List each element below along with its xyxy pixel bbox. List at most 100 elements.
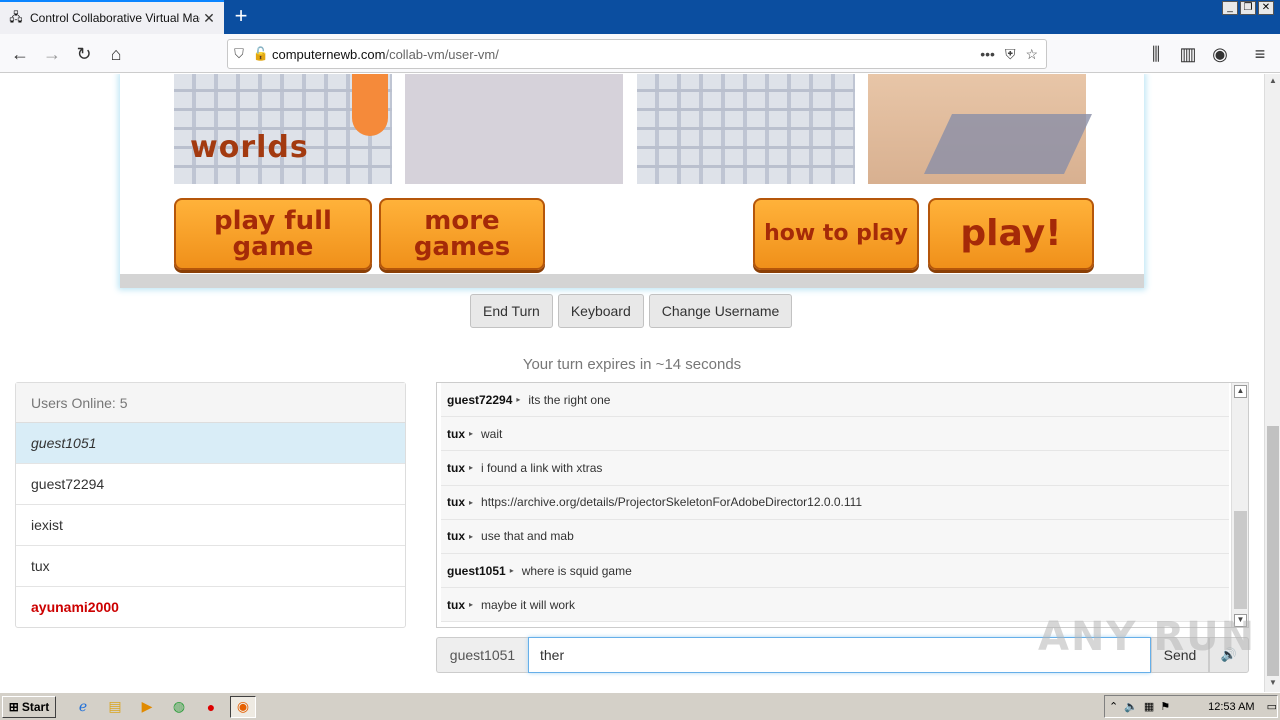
- home-icon[interactable]: ⌂: [102, 40, 130, 68]
- close-window-button[interactable]: ✕: [1258, 1, 1274, 15]
- opera-icon[interactable]: ●: [198, 696, 224, 718]
- chat-user: guest72294: [447, 392, 513, 407]
- forward-arrow-icon[interactable]: →: [38, 40, 66, 68]
- pocket-icon[interactable]: ⛨: [1005, 46, 1016, 63]
- arrow-icon: ▸: [469, 463, 474, 473]
- chat-text[interactable]: https://archive.org/details/ProjectorSke…: [481, 495, 862, 509]
- network-icon[interactable]: ▦: [1144, 700, 1154, 713]
- sidebar-icon[interactable]: ▥: [1174, 40, 1202, 68]
- vm-controls: End Turn Keyboard Change Username: [470, 294, 793, 328]
- chat-message: tux ▸ use that and mab: [441, 519, 1229, 554]
- shield-icon[interactable]: ⛉: [228, 46, 250, 62]
- chrome-icon[interactable]: ◍: [166, 696, 192, 718]
- scroll-down-icon[interactable]: ▼: [1234, 614, 1247, 627]
- page-actions-icon[interactable]: •••: [980, 46, 995, 63]
- game-tile-room: [868, 74, 1092, 184]
- play-button[interactable]: play!: [928, 198, 1094, 270]
- account-icon[interactable]: ◉: [1206, 40, 1234, 68]
- chat-messages: guest72294 ▸ its the right one tux ▸ wait tu…: [437, 383, 1233, 627]
- chat-message: guest1051 ▸ where is squid game: [441, 553, 1229, 589]
- chat-user: tux: [447, 495, 465, 510]
- turn-status: Your turn expires in ~14 seconds: [522, 356, 742, 373]
- browser-tab[interactable]: 🖧 Control Collaborative Virtual Machi ✕: [0, 0, 224, 34]
- scroll-up-icon[interactable]: ▲: [1234, 385, 1247, 398]
- keyboard-button[interactable]: Keyboard: [557, 294, 644, 328]
- user-list-item[interactable]: guest72294: [16, 464, 405, 505]
- users-panel: Users Online: 5 guest1051 guest72294 iex…: [15, 382, 406, 628]
- user-list-item[interactable]: tux: [16, 546, 405, 587]
- url-path: /collab-vm/user-vm/: [385, 46, 499, 62]
- volume-icon[interactable]: 🔈: [1124, 700, 1138, 713]
- clock[interactable]: 12:53 AM: [1208, 701, 1254, 713]
- chat-panel: guest72294 ▸ its the right one tux ▸ wait tu…: [436, 382, 1249, 628]
- chat-message: guest72294 ▸ its the right one: [441, 383, 1229, 418]
- chat-username-label: guest1051: [436, 637, 528, 673]
- insecure-lock-icon[interactable]: 🔓: [250, 46, 272, 62]
- computernewb-favicon-icon: 🖧: [9, 9, 23, 24]
- start-button[interactable]: ⊞ Start: [2, 695, 56, 718]
- url-text[interactable]: computernewb.com/collab-vm/user-vm/: [272, 47, 980, 62]
- flag-icon[interactable]: ⚑: [1160, 700, 1170, 713]
- show-desktop-icon[interactable]: ▭: [1267, 700, 1277, 713]
- game-tile-bricks-2: [637, 74, 855, 184]
- chat-user: tux: [447, 529, 465, 544]
- chat-input[interactable]: [528, 637, 1151, 673]
- arrow-icon: ▸: [469, 531, 474, 541]
- user-list-item[interactable]: guest1051: [16, 423, 405, 464]
- tab-title: Control Collaborative Virtual Machi: [30, 11, 200, 25]
- chat-scroll-thumb[interactable]: [1234, 511, 1247, 609]
- chat-scrollbar[interactable]: ▲ ▼: [1231, 383, 1248, 627]
- tray-expand-icon[interactable]: ⌃: [1109, 700, 1118, 713]
- user-list-item[interactable]: iexist: [16, 505, 405, 546]
- more-games-button[interactable]: more games: [379, 198, 545, 270]
- url-bar[interactable]: ⛉ 🔓 computernewb.com/collab-vm/user-vm/ …: [227, 39, 1047, 69]
- folder-icon[interactable]: ▤: [102, 696, 128, 718]
- firefox-icon[interactable]: ◉: [230, 695, 256, 718]
- page-scroll-thumb[interactable]: [1267, 426, 1279, 676]
- page-scroll-up-icon[interactable]: ▲: [1267, 76, 1279, 88]
- chat-text: maybe it will work: [481, 597, 576, 612]
- end-turn-button[interactable]: End Turn: [470, 294, 553, 328]
- system-tray: ⌃ 🔈 ▦ ⚑ 12:53 AM ▭: [1104, 695, 1278, 718]
- start-label: Start: [21, 699, 50, 714]
- rug-shape: [924, 114, 1092, 174]
- vm-bottom-strip: [120, 274, 1144, 288]
- game-tile-stone: [405, 74, 623, 184]
- media-player-icon[interactable]: ▶: [134, 696, 160, 718]
- internet-explorer-icon[interactable]: ℯ: [70, 696, 96, 718]
- chat-message: tux ▸ https://archive.org/details/Projecto…: [441, 485, 1229, 520]
- chat-message: tux ▸ wait: [441, 417, 1229, 452]
- chat-user: tux: [447, 597, 465, 612]
- speaker-icon[interactable]: 🔊: [1209, 637, 1249, 673]
- arrow-icon: ▸: [469, 429, 474, 439]
- users-online-header: Users Online: 5: [16, 383, 405, 423]
- taskbar: ⊞ Start ℯ ▤ ▶ ◍ ● ◉ ⌃ 🔈 ▦ ⚑ 12:53 AM ▭: [0, 692, 1280, 720]
- restore-button[interactable]: ❐: [1240, 1, 1256, 15]
- minimize-button[interactable]: _: [1222, 1, 1238, 15]
- chat-message: tux ▸ i found a link with xtras: [441, 451, 1229, 486]
- arrow-icon: ▸: [509, 566, 514, 576]
- how-to-play-button[interactable]: how to play: [753, 198, 919, 270]
- send-button[interactable]: Send: [1151, 637, 1209, 673]
- play-full-game-button[interactable]: play full game: [174, 198, 372, 270]
- reload-icon[interactable]: ↻: [70, 40, 98, 68]
- page-scroll-down-icon[interactable]: ▼: [1267, 678, 1279, 690]
- chat-text: its the right one: [528, 392, 611, 407]
- tab-close-icon[interactable]: ✕: [200, 10, 218, 27]
- vm-screen[interactable]: worlds play full game more games how to …: [120, 74, 1144, 288]
- orange-shape: [352, 74, 388, 136]
- chat-user: guest1051: [447, 563, 506, 578]
- new-tab-button[interactable]: +: [230, 4, 252, 30]
- window-controls: _ ❐ ✕: [1222, 1, 1274, 15]
- library-icon[interactable]: ⫼: [1142, 40, 1170, 68]
- user-list-item[interactable]: ayunami2000: [16, 587, 405, 628]
- quick-launch: ℯ ▤ ▶ ◍ ● ◉: [70, 695, 256, 718]
- chat-input-row: guest1051 Send 🔊: [436, 637, 1249, 673]
- url-host: computernewb.com: [272, 46, 386, 62]
- bookmark-star-icon[interactable]: ☆: [1025, 46, 1038, 63]
- change-username-button[interactable]: Change Username: [648, 294, 793, 328]
- back-arrow-icon[interactable]: ←: [6, 40, 34, 68]
- menu-icon[interactable]: ≡: [1246, 40, 1274, 68]
- page-scrollbar[interactable]: ▲ ▼: [1264, 74, 1280, 692]
- chat-message: tux ▸ maybe it will work: [441, 588, 1229, 623]
